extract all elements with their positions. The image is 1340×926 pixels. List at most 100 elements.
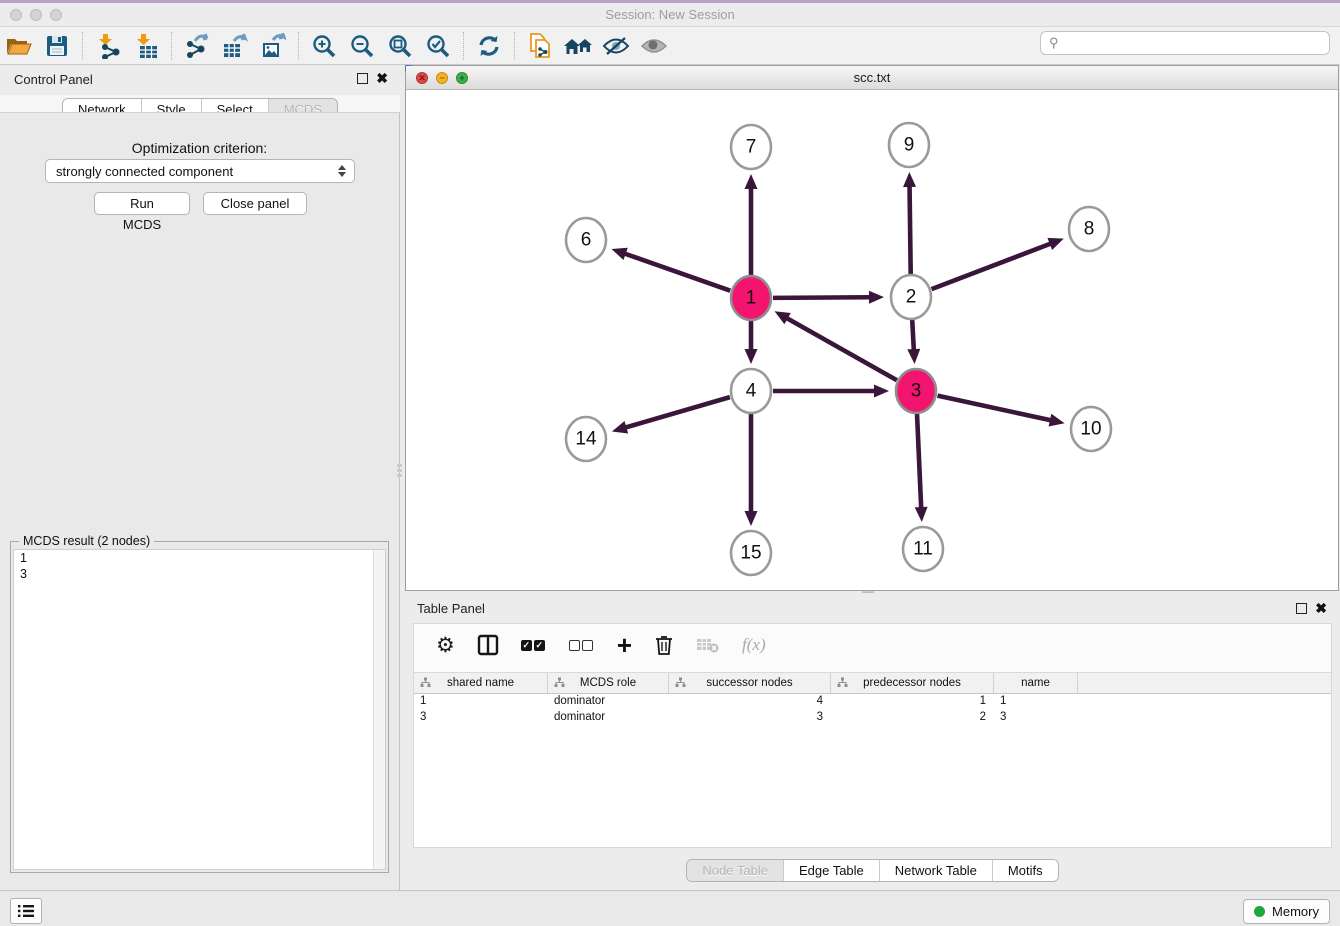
- run-mcds-button[interactable]: Run MCDS: [94, 192, 190, 215]
- graph-node-9[interactable]: 9: [889, 123, 929, 167]
- memory-button[interactable]: Memory: [1243, 899, 1330, 924]
- edge-3-10[interactable]: [937, 396, 1051, 421]
- list-icon: [17, 904, 35, 918]
- column-type-icon: [837, 677, 848, 688]
- zoom-in-button[interactable]: [305, 30, 343, 62]
- table-cell[interactable]: 3: [414, 710, 548, 726]
- edge-2-8[interactable]: [932, 243, 1052, 289]
- edge-4-14[interactable]: [624, 397, 729, 428]
- minimize-window-button[interactable]: [30, 9, 42, 21]
- float-panel-icon[interactable]: [357, 73, 368, 84]
- table-cell[interactable]: 2: [831, 710, 994, 726]
- unchecked-box-icon: [582, 640, 593, 651]
- graph-node-2[interactable]: 2: [891, 275, 931, 319]
- import-table-button[interactable]: [127, 30, 165, 62]
- table-cell[interactable]: 3: [994, 710, 1078, 726]
- table-settings-button[interactable]: ⚙: [436, 632, 455, 658]
- network-window-titlebar[interactable]: ✕ − + scc.txt: [406, 66, 1338, 90]
- maximize-window-button[interactable]: [50, 9, 62, 21]
- zoom-out-icon: [349, 33, 375, 59]
- column-header-shared-name[interactable]: shared name: [414, 673, 548, 693]
- search-input[interactable]: [1064, 35, 1329, 52]
- column-view-button[interactable]: [477, 632, 499, 658]
- graph-node-6[interactable]: 6: [566, 218, 606, 262]
- graph-node-8[interactable]: 8: [1069, 207, 1109, 251]
- column-header-mcds-role[interactable]: MCDS role: [548, 673, 669, 693]
- zoom-out-button[interactable]: [343, 30, 381, 62]
- table-cell[interactable]: 1: [414, 694, 548, 710]
- table-cell[interactable]: 1: [831, 694, 994, 710]
- table-cell[interactable]: 4: [669, 694, 831, 710]
- arrowhead-icon: [874, 385, 889, 398]
- mcds-result-textarea[interactable]: 13: [13, 549, 386, 870]
- import-network-button[interactable]: [89, 30, 127, 62]
- arrowhead-icon: [907, 349, 920, 364]
- tab-network-table[interactable]: Network Table: [879, 860, 992, 881]
- float-table-panel-icon[interactable]: [1296, 603, 1307, 614]
- edge-3-11[interactable]: [917, 413, 921, 509]
- app-titlebar: Session: New Session: [0, 3, 1340, 27]
- graph-node-15[interactable]: 15: [731, 531, 771, 575]
- table-row[interactable]: 3dominator323: [414, 710, 1331, 726]
- network-window-title: scc.txt: [406, 66, 1338, 89]
- hide-details-button[interactable]: [597, 30, 635, 62]
- search-box[interactable]: ⚲: [1040, 31, 1330, 55]
- graph-node-11[interactable]: 11: [903, 527, 943, 571]
- tab-motifs[interactable]: Motifs: [992, 860, 1058, 881]
- memory-status-icon: [1254, 906, 1265, 917]
- edge-1-2[interactable]: [773, 297, 871, 298]
- table-cell[interactable]: 1: [994, 694, 1078, 710]
- maximize-network-button[interactable]: +: [456, 72, 468, 84]
- vertical-splitter[interactable]: [397, 464, 403, 480]
- show-panels-button[interactable]: [10, 898, 42, 924]
- result-scrollbar[interactable]: [373, 550, 385, 869]
- tab-edge-table[interactable]: Edge Table: [783, 860, 879, 881]
- edge-1-6[interactable]: [624, 253, 731, 290]
- graph-node-1[interactable]: 1: [731, 276, 771, 320]
- graph-node-3[interactable]: 3: [896, 369, 936, 413]
- close-window-button[interactable]: [10, 9, 22, 21]
- refresh-view-button[interactable]: [470, 30, 508, 62]
- zoom-fit-button[interactable]: [381, 30, 419, 62]
- network-canvas[interactable]: 7 9 6 8 1 2 4 3 14 10 15 11: [406, 90, 1338, 590]
- optimization-criterion-select[interactable]: strongly connected component: [45, 159, 355, 183]
- deselect-all-button[interactable]: [569, 632, 595, 658]
- zoom-selected-button[interactable]: [419, 30, 457, 62]
- node-label: 14: [575, 429, 597, 450]
- tab-node-table[interactable]: Node Table: [687, 860, 783, 881]
- close-panel-button[interactable]: Close panel: [203, 192, 307, 215]
- graph-node-7[interactable]: 7: [731, 125, 771, 169]
- close-panel-icon[interactable]: ✖: [376, 71, 388, 85]
- new-network-from-selection-button[interactable]: [521, 30, 559, 62]
- edge-2-9[interactable]: [910, 185, 911, 275]
- delete-column-button[interactable]: [654, 632, 674, 658]
- export-image-button[interactable]: [254, 30, 292, 62]
- arrowhead-icon: [1049, 414, 1065, 427]
- table-panel: Table Panel ✖ ⚙ ✓✓ +: [405, 595, 1340, 890]
- table-cell[interactable]: 3: [669, 710, 831, 726]
- table-cell[interactable]: dominator: [548, 694, 669, 710]
- close-network-button[interactable]: ✕: [416, 72, 428, 84]
- column-header-predecessor-nodes[interactable]: predecessor nodes: [831, 673, 994, 693]
- table-row[interactable]: 1dominator411: [414, 694, 1331, 710]
- save-session-button[interactable]: [38, 30, 76, 62]
- graph-node-4[interactable]: 4: [731, 369, 771, 413]
- export-network-button[interactable]: [178, 30, 216, 62]
- export-table-button[interactable]: [216, 30, 254, 62]
- edge-2-3[interactable]: [912, 319, 914, 351]
- close-table-panel-icon[interactable]: ✖: [1315, 601, 1327, 615]
- select-all-button[interactable]: ✓✓: [521, 632, 547, 658]
- arrowhead-icon: [745, 349, 758, 364]
- home-button[interactable]: [559, 30, 597, 62]
- node-label: 15: [740, 543, 761, 564]
- table-cell[interactable]: dominator: [548, 710, 669, 726]
- open-session-button[interactable]: [0, 30, 38, 62]
- graph-node-10[interactable]: 10: [1071, 407, 1111, 451]
- minimize-network-button[interactable]: −: [436, 72, 448, 84]
- column-header-name[interactable]: name: [994, 673, 1078, 693]
- show-details-button[interactable]: [635, 30, 673, 62]
- add-column-button[interactable]: +: [617, 632, 632, 658]
- graph-node-14[interactable]: 14: [566, 417, 606, 461]
- column-header-successor-nodes[interactable]: successor nodes: [669, 673, 831, 693]
- edge-3-1[interactable]: [786, 318, 897, 381]
